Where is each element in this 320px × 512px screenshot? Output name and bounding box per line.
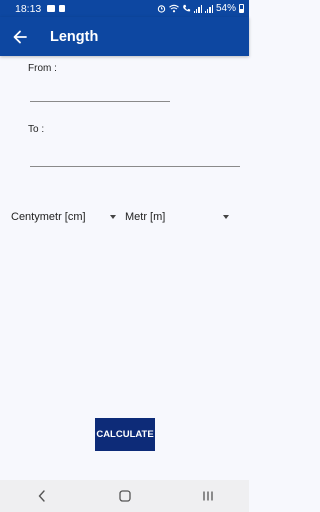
wifi-icon	[168, 4, 179, 13]
to-label: To :	[28, 124, 45, 135]
dropdown-arrow-icon	[223, 215, 229, 219]
home-square-icon	[118, 490, 131, 502]
from-unit-select[interactable]: Centymetr [cm]	[11, 207, 121, 227]
calculate-button[interactable]: CALCULATE	[95, 418, 155, 451]
to-input[interactable]	[30, 151, 240, 167]
alarm-icon	[157, 5, 165, 13]
chevron-left-icon	[38, 490, 45, 502]
from-input[interactable]	[30, 86, 170, 102]
page-title: Length	[50, 28, 99, 45]
status-left: 18:13	[5, 3, 69, 15]
battery-icon	[239, 4, 244, 13]
from-unit-value: Centymetr [cm]	[11, 211, 86, 223]
recents-icon	[202, 491, 213, 501]
nav-recents-button[interactable]	[188, 480, 228, 512]
app-bar: Length	[0, 17, 249, 56]
status-time: 18:13	[15, 2, 42, 15]
status-right: 54%	[157, 3, 244, 14]
dropdown-arrow-icon	[110, 215, 116, 219]
to-unit-select[interactable]: Metr [m]	[125, 207, 233, 227]
status-bar: 18:13 54%	[0, 0, 249, 17]
from-label: From :	[28, 63, 57, 74]
signal-icon	[193, 4, 202, 13]
signal-icon-2	[204, 4, 213, 13]
bag-notification-icon	[59, 5, 66, 12]
navigation-bar	[0, 480, 249, 512]
to-unit-value: Metr [m]	[125, 211, 166, 223]
gallery-notification-icon	[47, 5, 56, 12]
arrow-back-icon	[13, 30, 27, 43]
call-icon	[182, 4, 190, 12]
nav-home-button[interactable]	[105, 480, 145, 512]
back-button[interactable]	[0, 17, 40, 56]
nav-back-button[interactable]	[22, 480, 62, 512]
battery-percent: 54%	[215, 3, 236, 14]
